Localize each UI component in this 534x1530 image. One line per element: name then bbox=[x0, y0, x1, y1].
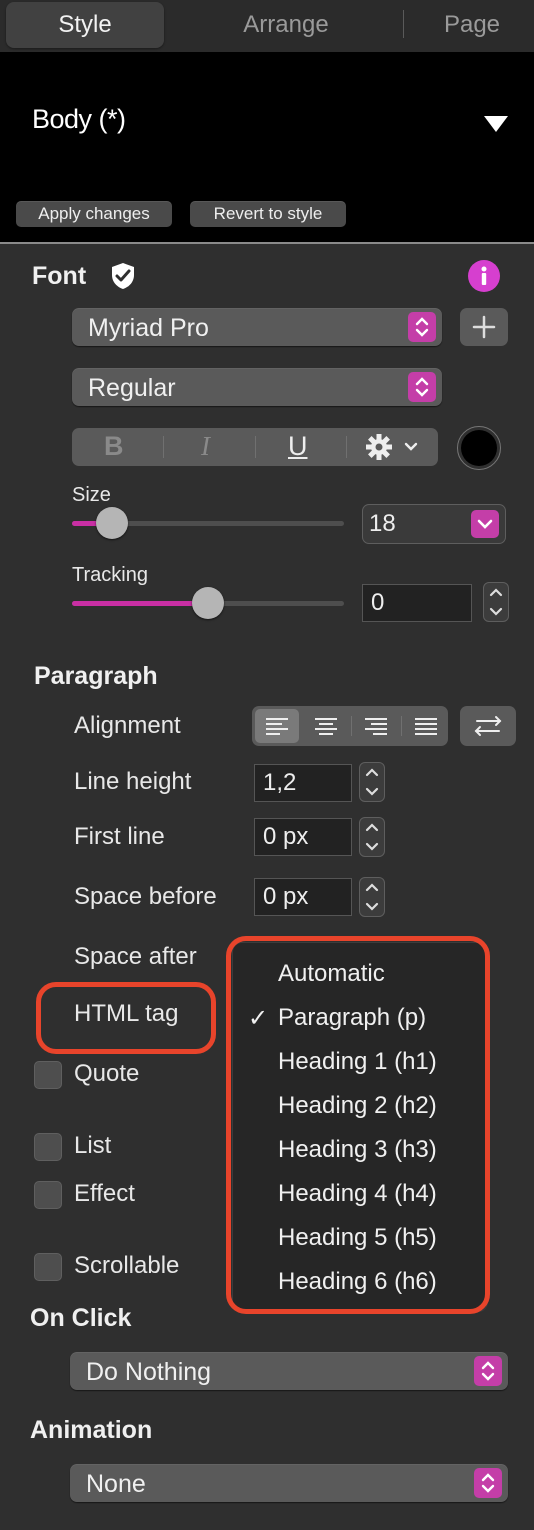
list-checkbox[interactable] bbox=[34, 1133, 62, 1161]
effect-label: Effect bbox=[74, 1180, 135, 1207]
tracking-stepper[interactable] bbox=[483, 582, 509, 622]
first-line-input[interactable]: 0 px bbox=[254, 818, 352, 856]
menu-item-paragraph[interactable]: Paragraph (p) bbox=[278, 1004, 426, 1032]
menu-item-heading-5[interactable]: Heading 5 (h5) bbox=[278, 1224, 437, 1252]
size-combo[interactable]: 18 bbox=[362, 504, 506, 544]
menu-item-heading-6[interactable]: Heading 6 (h6) bbox=[278, 1268, 437, 1296]
updown-chevron-icon bbox=[365, 768, 379, 796]
align-justify-icon bbox=[415, 718, 437, 735]
animation-select[interactable]: None bbox=[70, 1464, 508, 1502]
html-tag-label: HTML tag bbox=[74, 1000, 179, 1027]
animation-label: Animation bbox=[30, 1416, 153, 1444]
menu-item-heading-3[interactable]: Heading 3 (h3) bbox=[278, 1136, 437, 1164]
font-color-swatch bbox=[461, 430, 497, 466]
segment-divider bbox=[351, 716, 352, 736]
bold-button[interactable]: B bbox=[104, 431, 124, 462]
menu-item-heading-2[interactable]: Heading 2 (h2) bbox=[278, 1092, 437, 1120]
quote-checkbox[interactable] bbox=[34, 1061, 62, 1089]
font-color-well[interactable] bbox=[457, 426, 501, 470]
font-weight-value: Regular bbox=[88, 374, 176, 402]
line-height-stepper[interactable] bbox=[359, 762, 385, 802]
text-direction-icon bbox=[474, 716, 502, 736]
quote-label: Quote bbox=[74, 1060, 140, 1087]
scrollable-checkbox[interactable] bbox=[34, 1253, 62, 1281]
chevron-down-icon bbox=[471, 510, 499, 538]
first-line-stepper[interactable] bbox=[359, 817, 385, 857]
underline-button[interactable]: U bbox=[288, 431, 308, 462]
align-center-icon bbox=[315, 718, 337, 735]
checkmark-icon: ✓ bbox=[248, 1005, 269, 1032]
on-click-value: Do Nothing bbox=[86, 1358, 212, 1386]
first-line-label: First line bbox=[74, 823, 165, 850]
size-slider-knob[interactable] bbox=[96, 507, 128, 539]
menu-item-heading-4[interactable]: Heading 4 (h4) bbox=[278, 1180, 437, 1208]
tab-page[interactable]: Page bbox=[412, 2, 532, 48]
tab-divider bbox=[403, 10, 404, 38]
space-before-value: 0 px bbox=[263, 883, 309, 910]
apply-changes-button[interactable]: Apply changes bbox=[16, 201, 172, 227]
updown-chevron-icon bbox=[408, 312, 436, 342]
updown-chevron-icon bbox=[365, 883, 379, 911]
font-section-label: Font bbox=[32, 262, 87, 290]
tab-style[interactable]: Style bbox=[6, 2, 164, 48]
align-right-icon bbox=[365, 718, 387, 735]
first-line-value: 0 px bbox=[263, 823, 309, 850]
align-right-button[interactable] bbox=[354, 709, 398, 743]
space-before-stepper[interactable] bbox=[359, 877, 385, 917]
font-family-select[interactable]: Myriad Pro bbox=[72, 308, 442, 346]
space-before-input[interactable]: 0 px bbox=[254, 878, 352, 916]
on-click-select[interactable]: Do Nothing bbox=[70, 1352, 508, 1390]
on-click-label: On Click bbox=[30, 1304, 132, 1332]
align-center-button[interactable] bbox=[304, 709, 348, 743]
menu-item-heading-1[interactable]: Heading 1 (h1) bbox=[278, 1048, 437, 1076]
alignment-label: Alignment bbox=[74, 712, 181, 739]
updown-chevron-icon bbox=[408, 372, 436, 402]
gear-icon[interactable] bbox=[364, 432, 420, 467]
tab-arrange[interactable]: Arrange bbox=[206, 2, 366, 48]
align-left-icon bbox=[266, 718, 288, 735]
tracking-label: Tracking bbox=[72, 564, 148, 586]
segment-divider bbox=[163, 436, 164, 458]
add-font-button[interactable] bbox=[460, 308, 508, 346]
align-left-button[interactable] bbox=[255, 709, 299, 743]
size-label: Size bbox=[72, 484, 111, 506]
segment-divider bbox=[346, 436, 347, 458]
tracking-slider-knob[interactable] bbox=[192, 587, 224, 619]
menu-highlight bbox=[226, 936, 490, 1314]
updown-chevron-icon bbox=[365, 823, 379, 851]
updown-chevron-icon bbox=[489, 588, 503, 616]
tracking-slider-fill bbox=[72, 601, 208, 606]
text-direction-button[interactable] bbox=[460, 706, 516, 746]
space-after-label: Space after bbox=[74, 943, 197, 970]
line-height-value: 1,2 bbox=[263, 769, 297, 796]
divider bbox=[0, 242, 534, 244]
line-height-input[interactable]: 1,2 bbox=[254, 764, 352, 802]
animation-value: None bbox=[86, 1470, 146, 1498]
info-icon[interactable] bbox=[468, 260, 500, 292]
style-dropdown-icon[interactable] bbox=[484, 116, 508, 132]
segment-divider bbox=[255, 436, 256, 458]
updown-chevron-icon bbox=[474, 1356, 502, 1386]
revert-to-style-button[interactable]: Revert to style bbox=[190, 201, 346, 227]
font-family-value: Myriad Pro bbox=[88, 314, 209, 342]
paragraph-section-label: Paragraph bbox=[34, 662, 158, 690]
italic-button[interactable]: I bbox=[201, 431, 210, 462]
tracking-input[interactable]: 0 bbox=[362, 584, 472, 622]
segment-divider bbox=[401, 716, 402, 736]
align-justify-button[interactable] bbox=[404, 709, 448, 743]
effect-checkbox[interactable] bbox=[34, 1181, 62, 1209]
line-height-label: Line height bbox=[74, 768, 192, 795]
font-weight-select[interactable]: Regular bbox=[72, 368, 442, 406]
menu-item-automatic[interactable]: Automatic bbox=[278, 960, 385, 988]
plus-icon bbox=[472, 315, 496, 339]
shield-check-icon bbox=[110, 262, 136, 295]
list-label: List bbox=[74, 1132, 112, 1159]
space-before-label: Space before bbox=[74, 883, 217, 910]
scrollable-label: Scrollable bbox=[74, 1252, 180, 1279]
tracking-value: 0 bbox=[371, 589, 385, 616]
size-value: 18 bbox=[369, 510, 396, 537]
updown-chevron-icon bbox=[474, 1468, 502, 1498]
style-name[interactable]: Body (*) bbox=[32, 104, 126, 135]
